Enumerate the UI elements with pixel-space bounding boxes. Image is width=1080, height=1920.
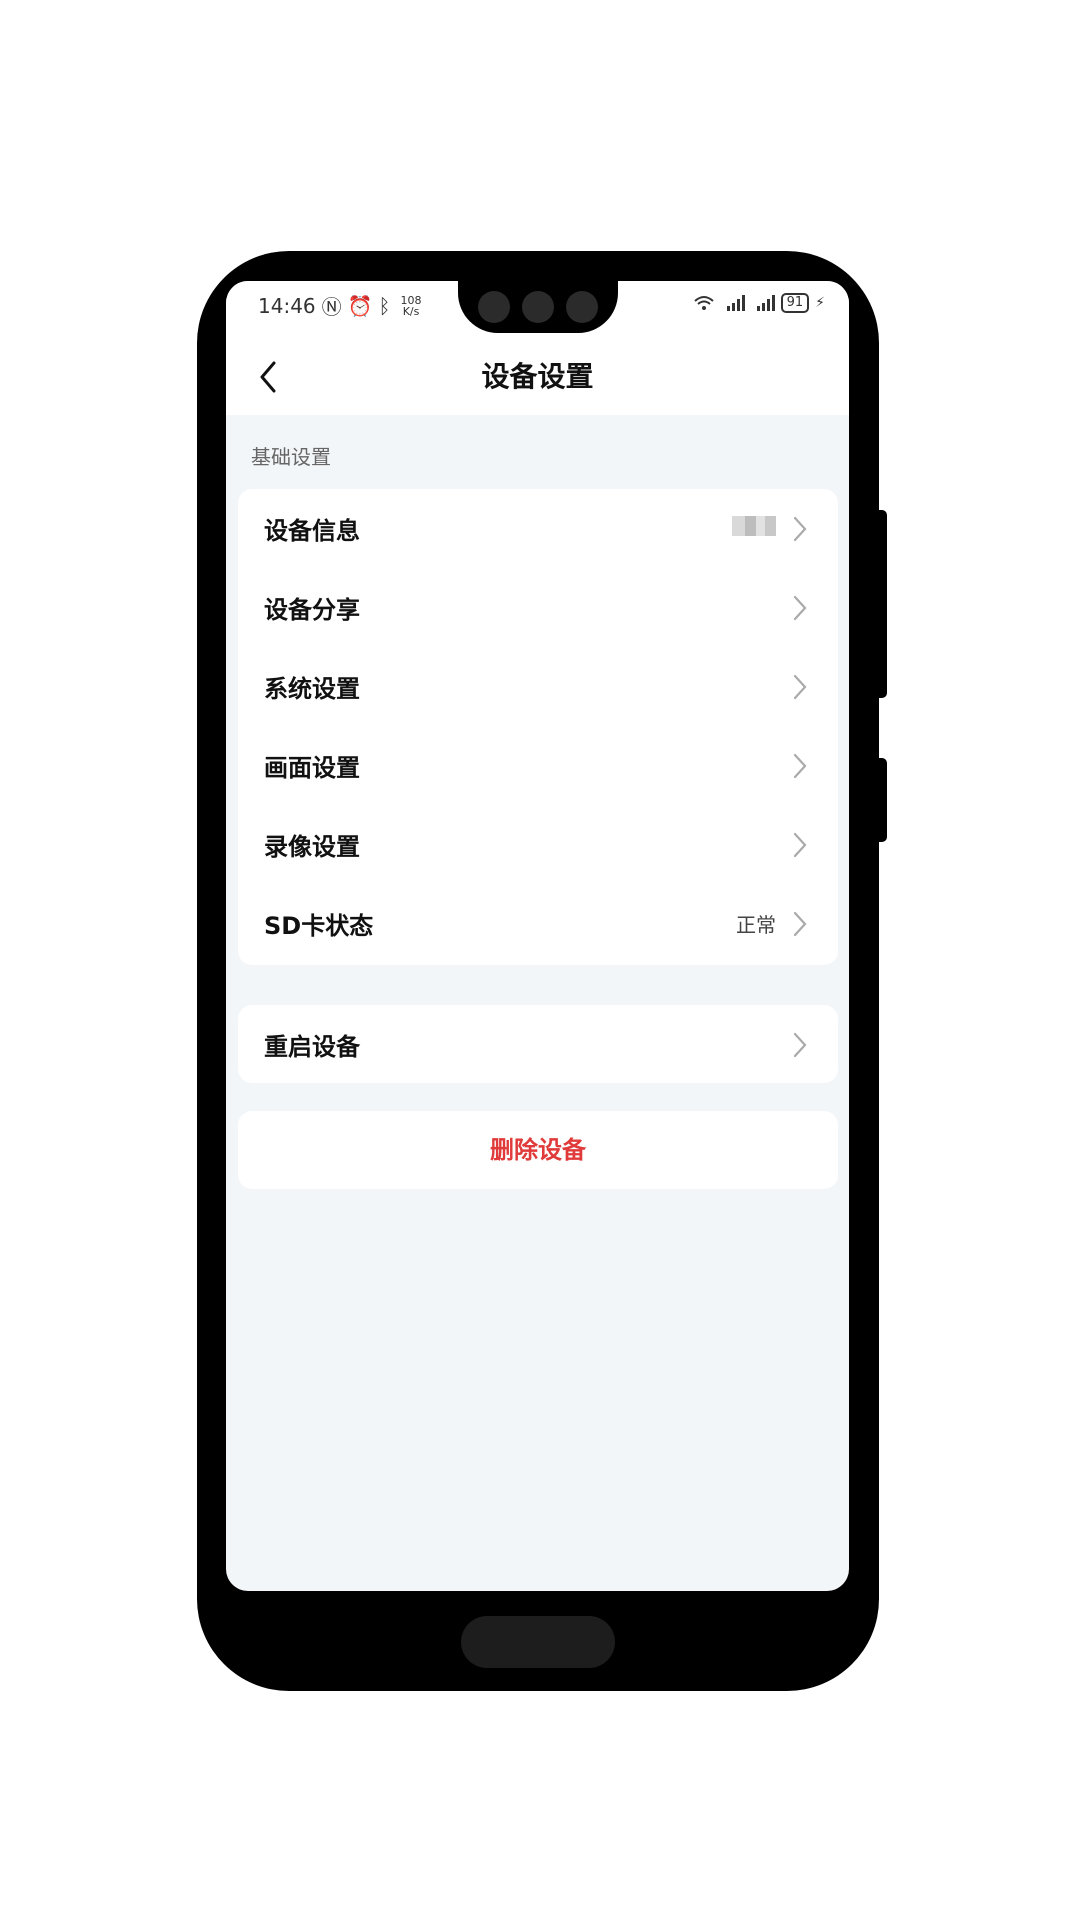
sd-status-value: 正常 (736, 913, 776, 937)
chevron-right-icon (793, 911, 807, 937)
chevron-right-icon (793, 1032, 807, 1058)
signal-icon-2 (756, 295, 775, 311)
chevron-right-icon (793, 753, 807, 779)
alarm-icon: ⏰ (347, 293, 373, 318)
reboot-label: 重启设备 (264, 1033, 360, 1061)
settings-item-label: 画面设置 (264, 754, 360, 782)
battery-indicator: 91 (780, 293, 810, 313)
reboot-card: 重启设备 (238, 1005, 838, 1083)
settings-item-sd-card[interactable]: SD卡状态 正常 (238, 884, 838, 963)
settings-item-value (732, 516, 776, 541)
settings-item-system[interactable]: 系统设置 (238, 647, 838, 726)
chevron-right-icon (793, 674, 807, 700)
phone-frame: 14:46 Ⓝ ⏰ ᛒ 108 K/s 91 ⚡ 设备设置 基础设置 设备信息 … (197, 251, 879, 1691)
settings-item-label: 系统设置 (264, 675, 360, 703)
status-right: 91 ⚡ (693, 293, 825, 313)
signal-icon (726, 295, 745, 311)
camera-notch (458, 281, 618, 333)
delete-label: 删除设备 (490, 1136, 586, 1164)
settings-item-label: 设备信息 (264, 517, 360, 545)
settings-item-recording[interactable]: 录像设置 (238, 805, 838, 884)
settings-item-device-info[interactable]: 设备信息 (238, 489, 838, 568)
chevron-right-icon (793, 516, 807, 542)
settings-item-device-share[interactable]: 设备分享 (238, 568, 838, 647)
wifi-icon (693, 296, 714, 310)
charging-icon: ⚡ (815, 295, 825, 311)
camera-dot (566, 291, 598, 323)
redacted-value (732, 516, 776, 536)
camera-dot (478, 291, 510, 323)
volume-button (878, 510, 887, 698)
speed-unit: K/s (402, 304, 420, 318)
section-label-basic: 基础设置 (251, 445, 331, 469)
camera-dot (522, 291, 554, 323)
settings-item-label: SD卡状态 (264, 912, 374, 940)
settings-card: 设备信息 设备分享 系统设置 画面设置 录像设置 SD卡状态 正常 (238, 489, 838, 965)
bluetooth-icon: ᛒ (378, 293, 391, 318)
delete-device-button[interactable]: 删除设备 (238, 1111, 838, 1189)
status-left: 14:46 Ⓝ ⏰ ᛒ 108 K/s (258, 291, 422, 320)
screen: 14:46 Ⓝ ⏰ ᛒ 108 K/s 91 ⚡ 设备设置 基础设置 设备信息 … (226, 281, 849, 1591)
settings-item-image[interactable]: 画面设置 (238, 726, 838, 805)
status-time: 14:46 (258, 293, 316, 318)
reboot-device-button[interactable]: 重启设备 (238, 1005, 838, 1084)
chevron-right-icon (793, 595, 807, 621)
settings-item-label: 录像设置 (264, 833, 360, 861)
chevron-right-icon (793, 832, 807, 858)
nav-bar: 设备设置 (226, 341, 849, 415)
network-speed: 108 K/s (401, 295, 422, 317)
settings-item-label: 设备分享 (264, 596, 360, 624)
nfc-icon: Ⓝ (321, 295, 342, 319)
home-button[interactable] (461, 1616, 615, 1668)
power-button (878, 758, 887, 842)
page-title: 设备设置 (481, 360, 594, 393)
